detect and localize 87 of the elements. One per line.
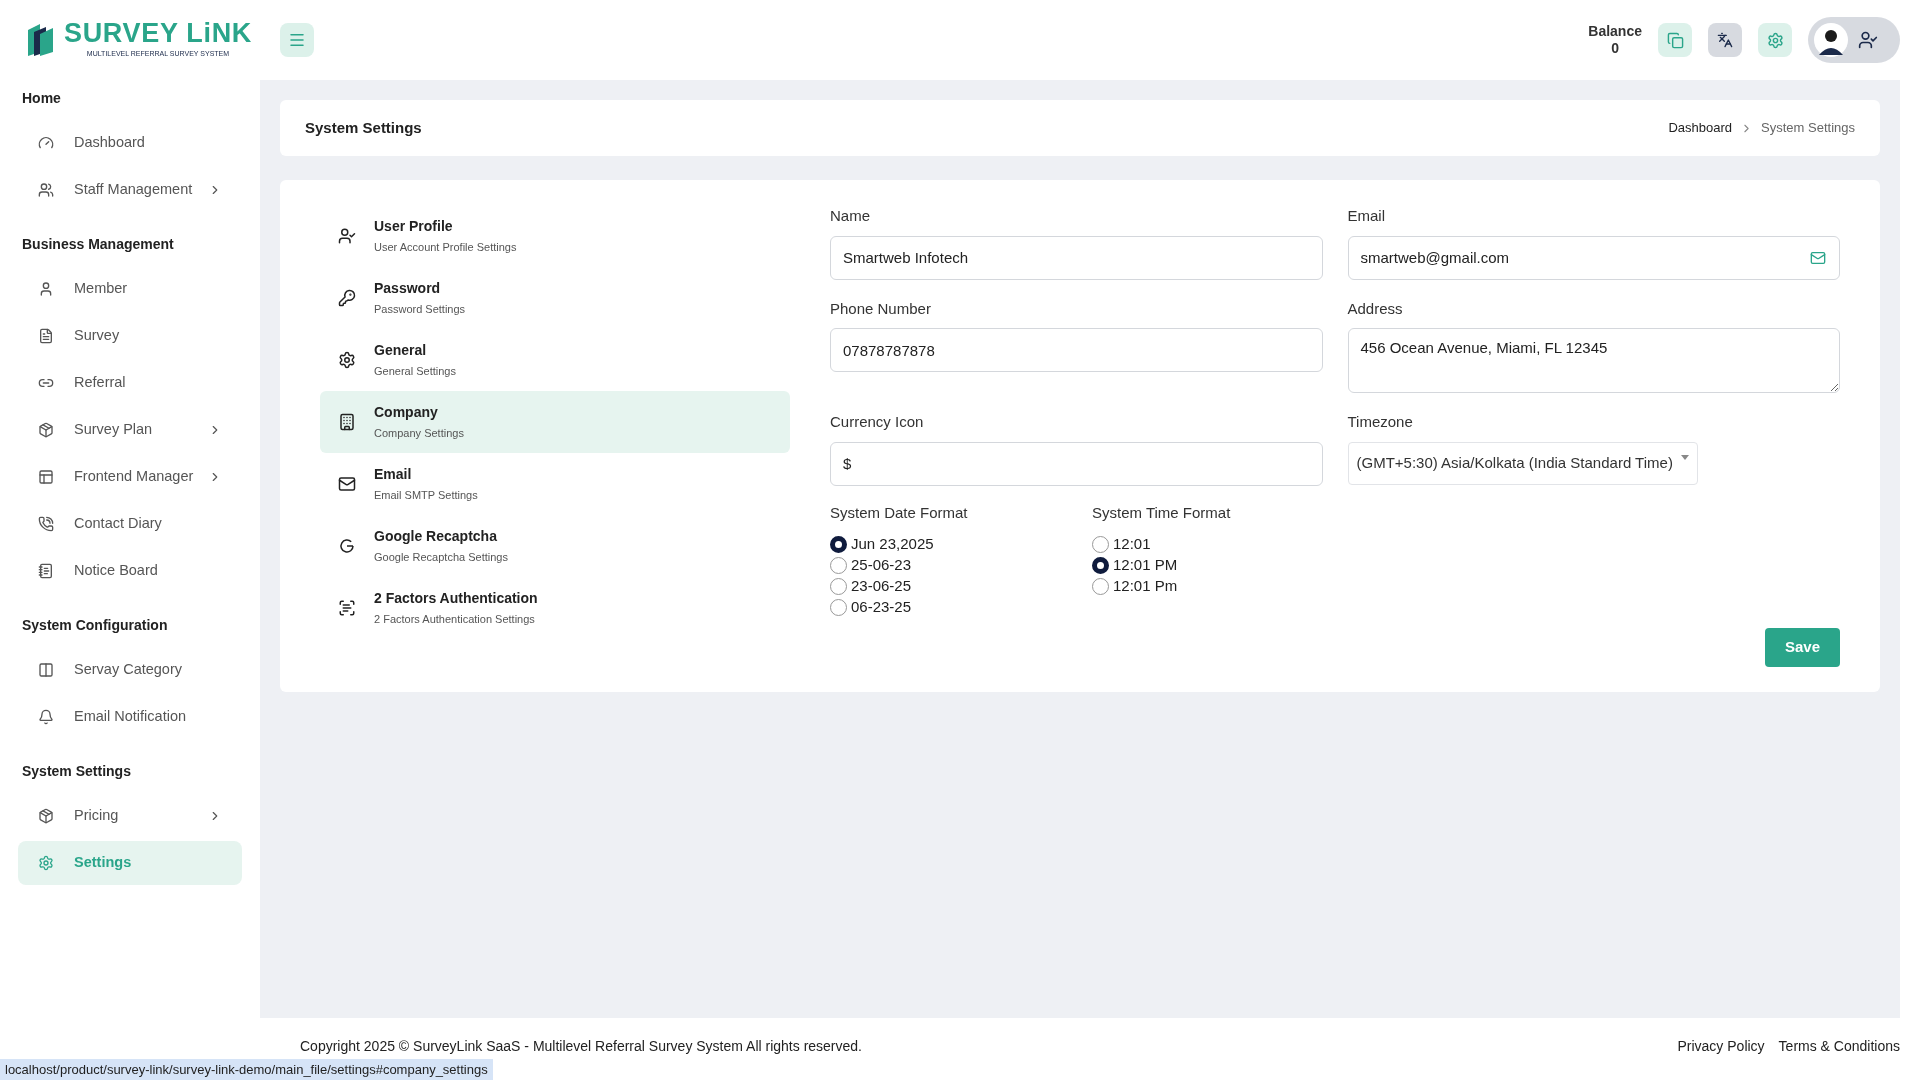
- logo-title: SURVEY LiNK: [64, 20, 252, 48]
- mail-icon: [1810, 249, 1826, 266]
- logo-icon: [26, 22, 56, 58]
- field-label: System Date Format: [830, 502, 969, 523]
- settings-menu-item[interactable]: User Profile User Account Profile Settings: [320, 205, 790, 267]
- gauge-icon: [38, 134, 54, 151]
- radio-option[interactable]: 25-06-23: [830, 555, 912, 576]
- radio-option[interactable]: 06-23-25: [830, 597, 912, 618]
- radio-option[interactable]: 23-06-25: [830, 576, 912, 597]
- timezone-select[interactable]: (GMT+5:30) Asia/Kolkata (India Standard Time): [1347, 441, 1698, 485]
- user-check-icon: [1858, 30, 1878, 50]
- sidebar-item[interactable]: Referral: [18, 360, 242, 405]
- key-icon: [338, 289, 356, 307]
- sidebar-section-title: Business Management: [21, 235, 175, 254]
- translate-icon: [1717, 32, 1733, 48]
- mail-icon: [338, 475, 356, 493]
- sidebar-item[interactable]: Pricing: [18, 793, 242, 838]
- language-button[interactable]: [1708, 23, 1742, 57]
- field-label: System Time Format: [1092, 502, 1231, 523]
- sidebar-item[interactable]: Contact Diary: [18, 501, 242, 546]
- phone-icon: [38, 515, 54, 532]
- page-title: System Settings: [305, 117, 422, 138]
- field-label: Name: [830, 206, 871, 226]
- sidebar-section-title: System Configuration: [21, 616, 169, 635]
- input-field[interactable]: Smartweb Infotech: [830, 235, 1323, 280]
- sidebar-item[interactable]: Email Notification: [18, 694, 242, 739]
- settings-button[interactable]: [1758, 23, 1792, 57]
- document-icon: [38, 327, 54, 344]
- radio-option[interactable]: 12:01 Pm: [1092, 576, 1178, 597]
- radio-option[interactable]: 12:01 PM: [1092, 555, 1178, 576]
- copy-button[interactable]: [1658, 23, 1692, 57]
- balance-label: Balance: [1588, 22, 1642, 40]
- avatar-icon: [1814, 23, 1848, 57]
- field-label: Address: [1347, 298, 1404, 319]
- building-icon: [338, 413, 356, 431]
- settings-menu-item[interactable]: Password Password Settings: [320, 267, 790, 329]
- sidebar-section-title: Home: [21, 89, 62, 108]
- input-field[interactable]: smartweb@gmail.com: [1347, 235, 1840, 280]
- settings-menu-item[interactable]: 2 Factors Authentication 2 Factors Authentication Settings: [320, 577, 790, 639]
- radio-option[interactable]: 12:01: [1092, 534, 1151, 555]
- g-letter-icon: [338, 537, 356, 555]
- sidebar-section-title: System Settings: [21, 762, 132, 781]
- sidebar-item[interactable]: Frontend Manager: [18, 454, 242, 499]
- sidebar-item[interactable]: Dashboard: [18, 120, 242, 165]
- sidebar-item[interactable]: Servay Category: [18, 647, 242, 692]
- breadcrumb-link[interactable]: Dashboard: [1668, 118, 1733, 138]
- copy-icon: [1666, 31, 1684, 49]
- settings-menu-item[interactable]: General General Settings: [320, 329, 790, 391]
- field-label: Timezone: [1347, 412, 1414, 432]
- sidebar-item[interactable]: Member: [18, 266, 242, 311]
- sidebar-item[interactable]: Notice Board: [18, 548, 242, 593]
- menu-icon: [288, 31, 306, 49]
- columns-icon: [38, 661, 54, 678]
- scan-icon: [338, 599, 356, 617]
- field-label: Email: [1347, 206, 1386, 226]
- sidebar-item[interactable]: Survey Plan: [18, 407, 242, 452]
- user-check-icon: [338, 227, 356, 245]
- user-icon: [38, 280, 54, 297]
- profile-button[interactable]: [1808, 17, 1900, 63]
- dropdown-caret-icon: [1680, 454, 1689, 460]
- bell-icon: [38, 708, 54, 725]
- settings-icon: [38, 854, 54, 871]
- footer-link[interactable]: Privacy Policy: [1677, 1036, 1765, 1057]
- sidebar-item[interactable]: Survey: [18, 313, 242, 358]
- copyright-text: Copyright 2025 © SurveyLink SaaS - Multilevel Referral Survey System All rights reserved.: [300, 1037, 862, 1056]
- breadcrumb-current: System Settings: [1761, 119, 1855, 138]
- field-label: Phone Number: [830, 298, 932, 319]
- settings-menu-item[interactable]: Google Recaptcha Google Recaptcha Settings: [320, 515, 790, 577]
- radio-option[interactable]: Jun 23,2025: [830, 534, 934, 555]
- field-label: Currency Icon: [830, 412, 925, 432]
- cube-icon: [38, 421, 54, 438]
- notebook-icon: [38, 562, 54, 579]
- status-url: localhost/product/survey-link/survey-link-demo/main_file/settings#company_settings: [0, 1058, 493, 1080]
- address-field[interactable]: 456 Ocean Avenue, Miami, FL 12345: [1347, 328, 1840, 393]
- input-field[interactable]: 07878787878: [830, 328, 1323, 372]
- balance-value: 0: [1611, 40, 1620, 58]
- input-field[interactable]: $: [830, 441, 1323, 486]
- sidebar-item[interactable]: Staff Management: [18, 167, 242, 212]
- footer-link[interactable]: Terms & Conditions: [1778, 1036, 1900, 1057]
- settings-menu-item[interactable]: Email Email SMTP Settings: [320, 453, 790, 515]
- settings-menu-item[interactable]: Company Company Settings: [320, 391, 790, 453]
- cube-icon: [38, 807, 54, 824]
- settings-icon: [338, 351, 356, 369]
- menu-toggle-button[interactable]: [280, 23, 314, 57]
- settings-icon: [1766, 31, 1784, 49]
- users-icon: [38, 181, 54, 198]
- layout-icon: [38, 468, 54, 485]
